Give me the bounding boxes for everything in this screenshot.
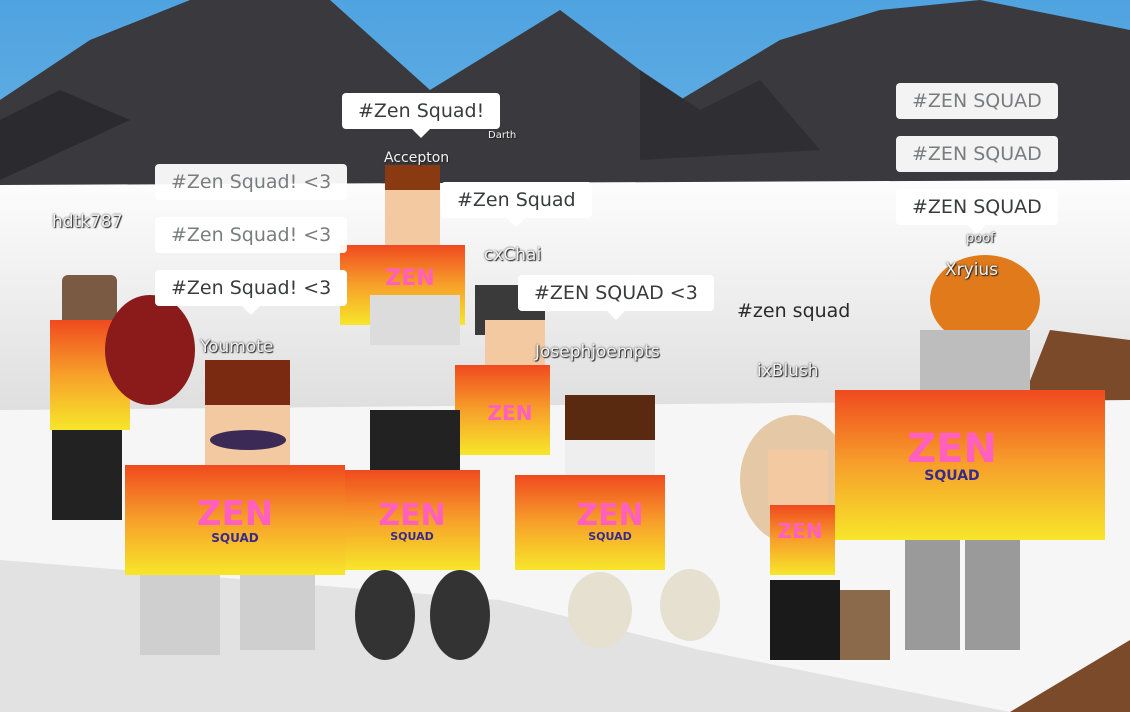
nametag-ixBlush: ixBlush	[757, 361, 819, 381]
svg-text:ZEN: ZEN	[778, 519, 823, 543]
chat-bubble: #ZEN SQUAD	[896, 83, 1058, 119]
chat-bubble-text: #Zen Squad	[457, 189, 576, 211]
nametag-Youmote: Youmote	[200, 337, 274, 357]
nametag-Xryius: Xryius	[945, 260, 999, 280]
bubble-tail	[606, 311, 625, 320]
chat-bubble: #ZEN SQUAD <3	[518, 275, 714, 320]
svg-text:SQUAD: SQUAD	[390, 530, 434, 543]
svg-text:SQUAD: SQUAD	[211, 531, 259, 545]
bubble-tail	[242, 306, 261, 315]
chat-bubble: #Zen Squad	[441, 182, 592, 227]
nametag-Darth: Darth	[488, 130, 517, 141]
chat-bubble: #Zen Squad!	[342, 93, 501, 138]
svg-text:ZEN: ZEN	[576, 498, 643, 533]
nametag-cxChai: cxChai	[484, 245, 542, 265]
game-viewport[interactable]: ZEN SQUAD ZEN SQUAD ZEN SQUAD ZEN SQUAD …	[0, 0, 1130, 712]
svg-text:ZEN: ZEN	[488, 401, 533, 425]
chat-bubble-text: #Zen Squad! <3	[171, 277, 332, 299]
chat-bubble: #Zen Squad! <3	[155, 270, 348, 315]
chat-bubble: #ZEN SQUAD	[896, 189, 1058, 234]
chat-bubble: #ZEN SQUAD	[896, 136, 1058, 172]
chat-bubble-text: #Zen Squad!	[358, 100, 485, 122]
bubble-tail	[412, 129, 431, 138]
nametag-hdtk787: hdtk787	[52, 212, 123, 232]
chat-bubble-text: #zen squad	[737, 300, 851, 322]
chat-bubble: #zen squad	[721, 293, 866, 329]
bubble-tail	[967, 225, 986, 234]
svg-text:ZEN: ZEN	[385, 266, 434, 291]
chat-bubble: #Zen Squad! <3	[155, 164, 348, 200]
svg-text:ZEN: ZEN	[907, 426, 997, 472]
chat-bubble-text: #ZEN SQUAD <3	[534, 282, 698, 304]
bubble-tail	[507, 218, 526, 227]
svg-text:SQUAD: SQUAD	[924, 468, 979, 484]
nametag-Accepton: Accepton	[384, 150, 450, 166]
svg-text:SQUAD: SQUAD	[588, 530, 632, 543]
svg-text:ZEN: ZEN	[378, 498, 445, 533]
chat-bubble: #Zen Squad! <3	[155, 217, 348, 253]
chat-bubble-text: #ZEN SQUAD	[912, 196, 1042, 218]
nametag-Josephjoempts: Josephjoempts	[535, 342, 660, 362]
svg-text:ZEN: ZEN	[197, 494, 273, 534]
